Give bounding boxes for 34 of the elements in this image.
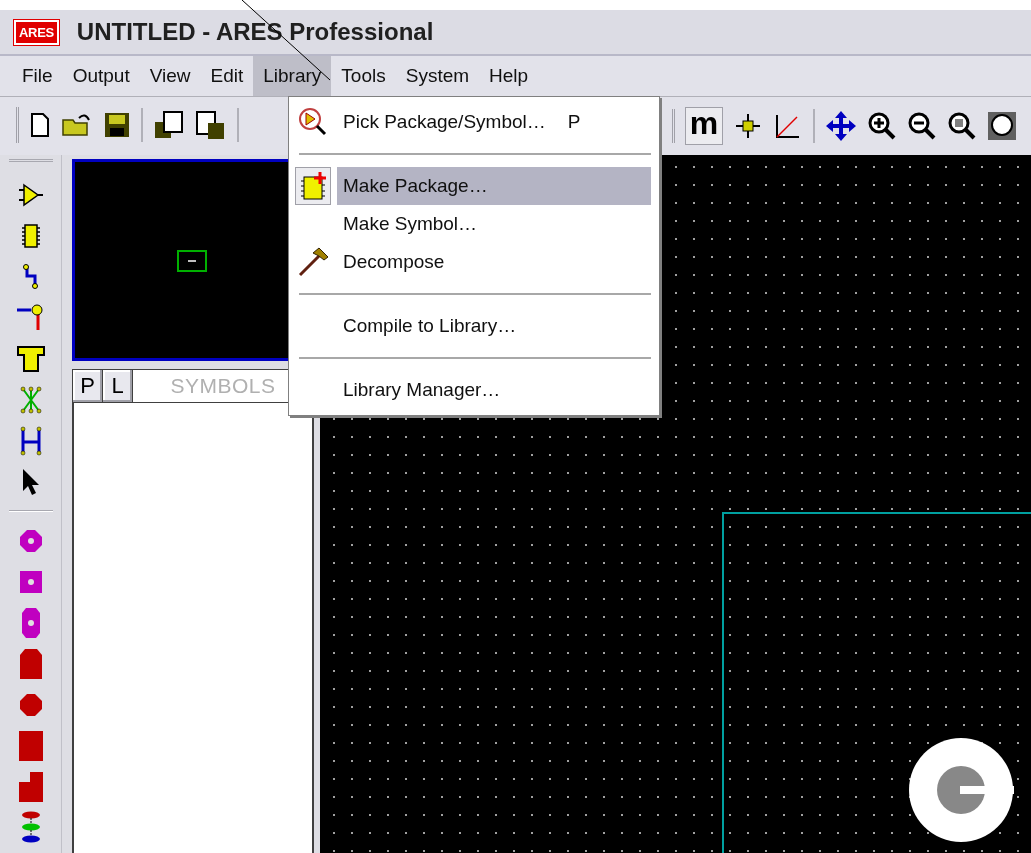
menu-item[interactable]: Tools	[331, 56, 396, 96]
import-icon[interactable]	[153, 110, 185, 140]
menu-item[interactable]: System	[395, 56, 480, 96]
metric-button[interactable]: m	[685, 107, 723, 145]
search-icon	[298, 107, 328, 137]
zoom-area-icon[interactable]	[947, 111, 977, 141]
menu-item[interactable]: Compile to Library…	[337, 307, 651, 345]
pan-icon[interactable]	[825, 110, 857, 142]
chip-icon	[298, 171, 328, 201]
hammer-icon	[297, 247, 329, 277]
window-title: UNTITLED - ARES Professional	[76, 17, 434, 47]
menu-item[interactable]: Library Manager…	[337, 371, 651, 409]
menu-item[interactable]: Make Package…	[337, 167, 651, 205]
menu-item[interactable]: Library	[253, 56, 332, 96]
zoom-in-icon[interactable]	[867, 111, 897, 141]
zoom-all-icon[interactable]	[987, 111, 1017, 141]
menu-item[interactable]: Edit	[200, 56, 254, 96]
menu-item[interactable]: Pick Package/Symbol… P	[337, 103, 651, 141]
menu-item[interactable]: View	[139, 56, 201, 96]
menu-item[interactable]: Decompose	[337, 243, 651, 281]
grid-snap-icon[interactable]	[733, 111, 763, 141]
menu-item[interactable]: Make Symbol…	[337, 205, 651, 243]
open-folder-icon[interactable]	[61, 112, 93, 138]
new-file-icon[interactable]	[29, 112, 51, 138]
menu-item[interactable]: Output	[62, 56, 140, 96]
selector-tab[interactable]: P	[73, 370, 103, 402]
app-logo: ARES	[14, 19, 59, 45]
mode-label: SYMBOLS	[170, 373, 276, 400]
selector-tab[interactable]: L	[103, 370, 133, 402]
save-icon[interactable]	[103, 111, 131, 139]
zoom-out-icon[interactable]	[907, 111, 937, 141]
export-icon[interactable]	[195, 110, 227, 140]
menu-item[interactable]: File	[12, 56, 63, 96]
menu-item[interactable]: Help	[479, 56, 539, 96]
